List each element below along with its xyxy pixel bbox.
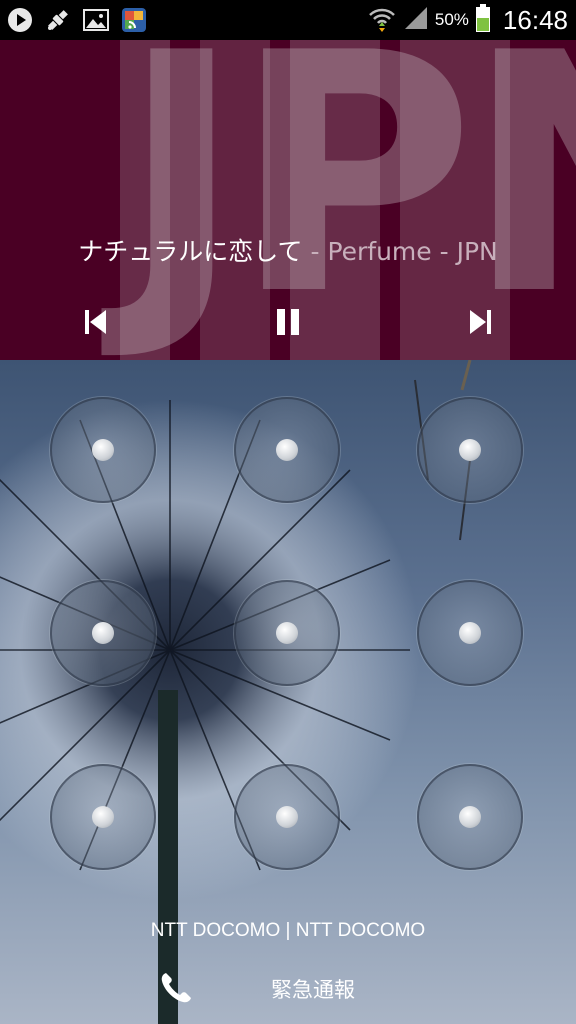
rss-feed-icon xyxy=(120,6,148,34)
pattern-node[interactable] xyxy=(234,397,340,503)
previous-icon[interactable] xyxy=(76,302,116,342)
pattern-dot xyxy=(459,622,481,644)
pattern-node[interactable] xyxy=(50,397,156,503)
carrier-label: NTT DOCOMO | NTT DOCOMO xyxy=(150,920,426,941)
album-art-text: JPN xyxy=(120,40,576,360)
pause-icon[interactable] xyxy=(268,302,308,342)
pattern-dot xyxy=(276,622,298,644)
picture-icon xyxy=(82,6,110,34)
battery-icon xyxy=(475,3,491,37)
battery-percent: 50% xyxy=(434,10,469,29)
clock: 16:48 xyxy=(502,4,568,35)
play-icon xyxy=(6,6,34,34)
pattern-node[interactable] xyxy=(417,764,523,870)
emergency-call-button[interactable]: 緊急通報 xyxy=(0,966,576,1010)
pattern-node[interactable] xyxy=(417,580,523,686)
status-bar: 50% 16:48 xyxy=(0,0,576,40)
pattern-dot xyxy=(276,439,298,461)
pattern-node[interactable] xyxy=(50,580,156,686)
pattern-node[interactable] xyxy=(234,764,340,870)
pattern-dot xyxy=(92,806,114,828)
satellite-icon xyxy=(44,6,72,34)
pattern-dot xyxy=(276,806,298,828)
pattern-node[interactable] xyxy=(234,580,340,686)
emergency-call-label: 緊急通報 xyxy=(271,978,355,1002)
system-icons: 50% 16:48 xyxy=(367,0,568,40)
pattern-node[interactable] xyxy=(417,397,523,503)
music-widget[interactable]: JPN ナチュラルに恋して - Perfume - JPN xyxy=(0,40,576,360)
pattern-dot xyxy=(459,439,481,461)
playback-controls xyxy=(0,302,576,342)
next-icon[interactable] xyxy=(460,302,500,342)
signal-icon xyxy=(403,5,429,35)
pattern-dot xyxy=(92,439,114,461)
song-title: ナチュラルに恋して xyxy=(78,237,303,266)
pattern-dot xyxy=(459,806,481,828)
now-playing: ナチュラルに恋して - Perfume - JPN xyxy=(0,232,576,268)
pattern-lock[interactable] xyxy=(0,360,576,880)
wifi-icon xyxy=(367,3,397,37)
pattern-node[interactable] xyxy=(50,764,156,870)
notification-icons xyxy=(6,4,148,36)
pattern-dot xyxy=(92,622,114,644)
artist-info: - Perfume - JPN xyxy=(302,237,498,266)
